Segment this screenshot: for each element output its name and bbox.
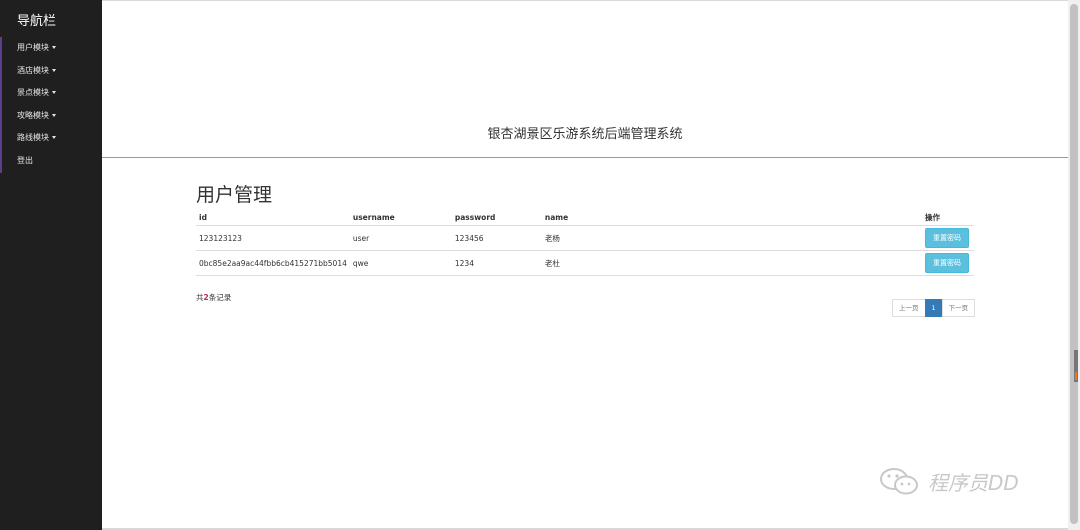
page-1-button[interactable]: 1 — [924, 299, 943, 317]
sidebar-nav: 用户模块 酒店模块 景点模块 攻略模块 路线模块 登出 — [0, 37, 104, 173]
cell-password: 123456 — [451, 225, 542, 251]
cell-id: 0bc85e2aa9ac44fbb6cb415271bb5014 — [196, 250, 350, 276]
table-header-row: id username password name 操作 — [196, 209, 974, 226]
reset-password-button[interactable]: 重置密码 — [925, 253, 969, 273]
sidebar-item-user[interactable]: 用户模块 — [2, 37, 104, 60]
next-page-button[interactable]: 下一页 — [941, 299, 976, 317]
record-count-suffix: 条记录 — [208, 293, 232, 302]
sidebar-item-label: 景点模块 — [17, 88, 49, 98]
sidebar-item-label: 路线模块 — [17, 133, 49, 143]
table-row: 123123123 user 123456 老杨 重置密码 — [196, 225, 974, 251]
sidebar-item-label: 登出 — [17, 155, 33, 165]
wechat-icon — [880, 468, 918, 495]
sidebar-item-guide[interactable]: 攻略模块 — [2, 105, 104, 128]
cell-id: 123123123 — [196, 225, 350, 251]
sidebar-brand: 导航栏 — [17, 14, 57, 29]
pagination: 上一页 1 下一页 — [892, 299, 976, 317]
watermark-text: 程序员DD — [928, 470, 1019, 495]
caret-down-icon — [52, 113, 56, 117]
sidebar-item-logout[interactable]: 登出 — [2, 150, 104, 173]
cell-name: 老杜 — [541, 250, 922, 276]
cell-name: 老杨 — [541, 225, 922, 251]
record-count: 共2条记录 — [196, 292, 231, 303]
column-header-username: username — [349, 209, 452, 226]
sidebar-item-route[interactable]: 路线模块 — [2, 127, 104, 150]
users-table: id username password name 操作 123123123 u… — [196, 209, 974, 276]
scrollbar-thumb[interactable] — [1070, 4, 1078, 524]
sidebar-item-label: 攻略模块 — [17, 110, 49, 120]
sidebar: 导航栏 用户模块 酒店模块 景点模块 攻略模块 路线模块 登出 — [0, 0, 102, 530]
table-row: 0bc85e2aa9ac44fbb6cb415271bb5014 qwe 123… — [196, 250, 974, 276]
sidebar-item-label: 用户模块 — [17, 43, 49, 52]
system-title: 银杏湖景区乐游系统后端管理系统 — [487, 127, 683, 142]
prev-page-button[interactable]: 上一页 — [892, 299, 926, 317]
header-divider — [102, 157, 1068, 158]
watermark: 程序员DD — [878, 466, 1019, 496]
cell-username: user — [349, 225, 452, 251]
top-border — [102, 0, 1068, 1]
scroll-indicator-icon — [1075, 372, 1077, 380]
column-header-actions: 操作 — [922, 209, 974, 226]
caret-down-icon — [52, 68, 56, 72]
page-title: 用户管理 — [196, 184, 273, 206]
caret-down-icon — [52, 91, 56, 95]
sidebar-item-label: 酒店模块 — [17, 65, 49, 75]
cell-password: 1234 — [451, 250, 542, 276]
cell-username: qwe — [349, 250, 452, 276]
column-header-name: name — [541, 209, 922, 226]
cell-actions: 重置密码 — [922, 225, 974, 251]
sidebar-item-scenic[interactable]: 景点模块 — [2, 82, 104, 105]
caret-down-icon — [52, 46, 56, 49]
column-header-id: id — [196, 209, 350, 226]
reset-password-button[interactable]: 重置密码 — [925, 228, 969, 248]
column-header-password: password — [451, 209, 542, 226]
caret-down-icon — [52, 136, 56, 140]
cell-actions: 重置密码 — [922, 250, 974, 276]
vertical-scrollbar[interactable] — [1068, 0, 1080, 530]
record-count-prefix: 共 — [196, 293, 204, 302]
sidebar-item-hotel[interactable]: 酒店模块 — [2, 60, 104, 83]
